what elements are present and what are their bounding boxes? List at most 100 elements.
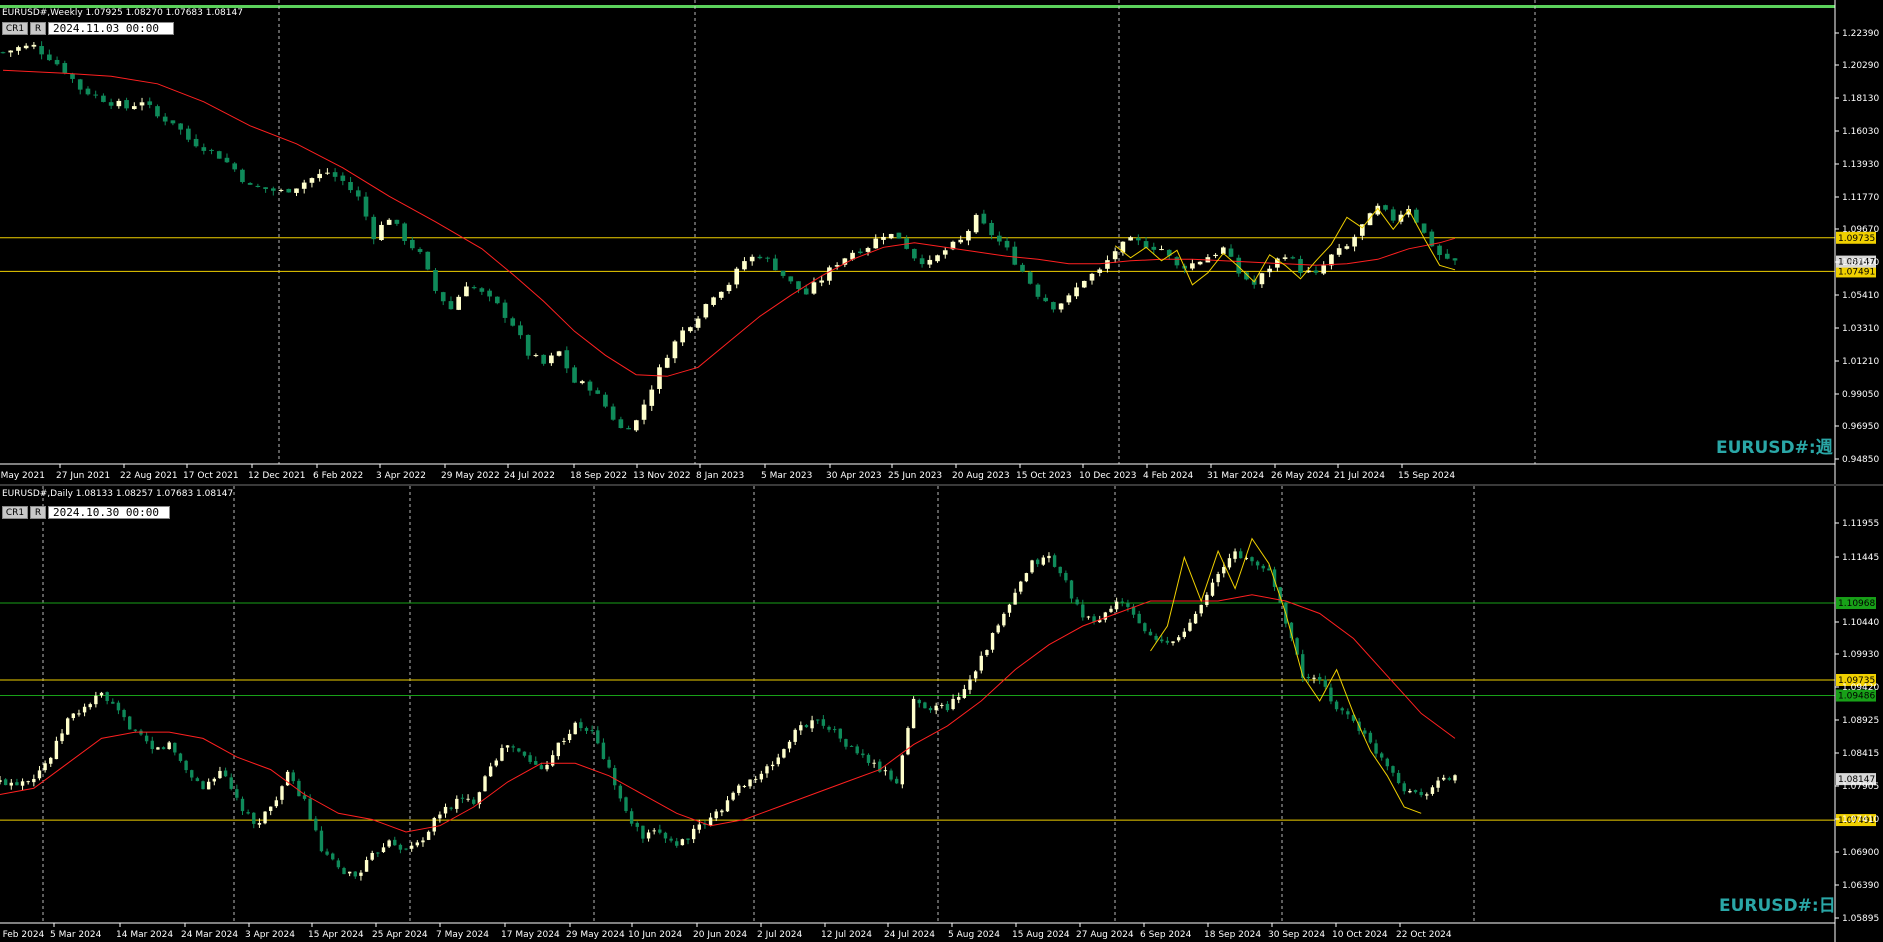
daily-candle-body (1436, 780, 1440, 788)
daily-candle-body (1239, 551, 1243, 559)
weekly-cr-button[interactable]: CR1 (2, 22, 28, 35)
daily-date-tick-label: 3 Apr 2024 (245, 930, 295, 940)
daily-candle-body (1368, 732, 1373, 743)
daily-candle-body (1453, 775, 1457, 781)
daily-candle-body (624, 797, 628, 812)
weekly-chart-pane[interactable]: 1.09735 1.07491 1.08147 1.22390 1.20290 1.181… (0, 0, 1883, 484)
weekly-candle-body (780, 270, 786, 276)
daily-candle-body (438, 814, 442, 819)
daily-candle-body (252, 812, 256, 824)
daily-candle-body (1396, 772, 1401, 784)
daily-candle-body (1267, 568, 1271, 571)
daily-candle-body (71, 713, 76, 719)
weekly-candle-body (1444, 253, 1450, 259)
daily-candle-body (235, 789, 239, 798)
weekly-r-button[interactable]: R (30, 22, 46, 35)
daily-date-tick-label: 17 May 2024 (501, 930, 560, 940)
weekly-chart-canvas[interactable]: 1.097351.074911.081471.223901.202901.181… (0, 0, 1883, 484)
daily-candle-body (782, 749, 786, 758)
daily-candle-body (398, 844, 403, 850)
weekly-candle-body (255, 185, 261, 188)
daily-candle-body (556, 742, 561, 757)
daily-candle-body (314, 818, 318, 831)
daily-candle-body (601, 742, 606, 759)
weekly-candle-body (487, 290, 492, 297)
weekly-date-tick-label: 27 Jun 2021 (56, 471, 110, 481)
daily-date-tick-label: 10 Jun 2024 (628, 930, 682, 940)
daily-candle-body (1312, 677, 1316, 679)
daily-candle-body (1419, 791, 1423, 796)
weekly-candle-body (101, 95, 106, 102)
weekly-candle-body (1066, 295, 1072, 303)
daily-chart-pane[interactable]: 1.10968 1.09735 1.09486 1.07491 1.08147 1.119… (0, 486, 1883, 942)
weekly-candle-body (1390, 209, 1396, 221)
daily-cr-button[interactable]: CR1 (2, 506, 28, 519)
daily-date-tick-label: 22 Oct 2024 (1396, 930, 1452, 940)
daily-candle-body (1171, 641, 1175, 644)
daily-candle-body (731, 792, 735, 800)
weekly-watermark: EURUSD#:週 (1716, 438, 1833, 458)
weekly-candle-body (394, 219, 400, 224)
weekly-candle-body (1128, 237, 1133, 241)
weekly-candle-body (749, 256, 755, 262)
weekly-candle-body (193, 138, 199, 147)
weekly-candle-body (278, 189, 284, 191)
weekly-date-tick-label: 15 Sep 2024 (1398, 471, 1455, 481)
daily-candle-body (347, 871, 352, 874)
daily-candle-body (415, 842, 420, 846)
weekly-candle-body (286, 188, 292, 193)
daily-candle-body (319, 830, 324, 852)
daily-candle-body (500, 748, 504, 761)
weekly-date-tick-label: 12 Dec 2021 (248, 471, 306, 481)
daily-date-tick-label: 24 Jul 2024 (884, 930, 935, 940)
weekly-candle-body (634, 420, 639, 431)
daily-date-box[interactable]: 2024.10.30 00:00 (48, 506, 170, 519)
daily-candle-body (697, 824, 701, 830)
daily-r-button[interactable]: R (30, 506, 46, 519)
weekly-candle-body (93, 94, 98, 96)
daily-candle-body (1413, 790, 1418, 793)
weekly-candle-body (572, 367, 577, 383)
daily-candle-body (596, 730, 600, 744)
daily-candle-body (669, 838, 673, 841)
weekly-candle-body (1452, 258, 1458, 261)
weekly-candle-body (1329, 254, 1334, 266)
daily-candle-body (331, 853, 335, 860)
weekly-candle-body (1043, 297, 1048, 302)
weekly-candle-body (502, 302, 508, 318)
daily-candle-body (951, 698, 955, 710)
daily-candle-body (156, 747, 160, 750)
daily-candle-body (426, 831, 431, 840)
daily-candle-body (1030, 560, 1034, 573)
weekly-candle-body (997, 235, 1002, 242)
daily-price-tick-label: 1.08925 (1842, 716, 1879, 726)
weekly-date-box[interactable]: 2024.11.03 00:00 (48, 22, 174, 35)
daily-chart-canvas[interactable]: 1.109681.097351.094861.074911.081471.119… (0, 486, 1883, 942)
daily-date-tick-label: 24 Mar 2024 (181, 930, 238, 940)
weekly-candle-body (1097, 269, 1103, 273)
daily-candle-body (511, 746, 515, 748)
daily-candle-body (20, 781, 25, 786)
weekly-candle-body (162, 116, 168, 122)
weekly-candle-body (456, 296, 461, 310)
weekly-date-tick-label: 29 May 2022 (441, 471, 500, 481)
daily-candle-body (173, 742, 177, 753)
daily-candle-body (472, 799, 476, 804)
weekly-candle-body (309, 178, 315, 183)
weekly-candle-body (186, 128, 191, 140)
daily-candle-body (607, 759, 611, 768)
daily-candle-body (866, 754, 871, 763)
weekly-candle-body (518, 325, 523, 336)
daily-candle-body (675, 841, 679, 846)
weekly-candle-body (881, 236, 886, 240)
weekly-candle-body (587, 381, 593, 391)
weekly-candle-body (641, 404, 647, 420)
daily-candle-body (144, 735, 149, 742)
daily-candle-body (60, 733, 64, 742)
daily-candle-body (1379, 753, 1384, 758)
daily-candle-body (1007, 604, 1012, 613)
daily-candle-body (759, 773, 764, 780)
daily-candle-body (1447, 778, 1452, 780)
daily-candle-body (105, 692, 109, 701)
daily-candle-body (1047, 555, 1051, 559)
